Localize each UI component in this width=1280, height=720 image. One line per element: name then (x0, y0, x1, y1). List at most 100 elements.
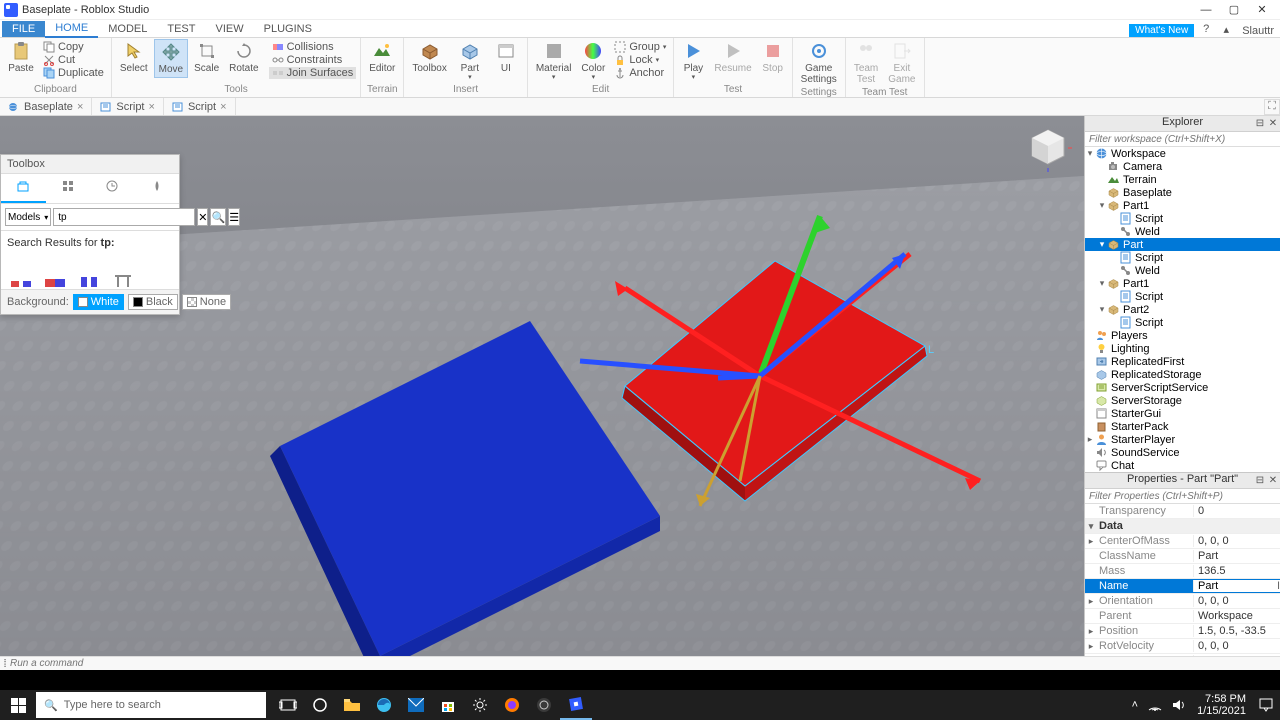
tree-node[interactable]: Script (1085, 251, 1280, 264)
toolbox-bg-none[interactable]: None (182, 294, 231, 310)
properties-pin-button[interactable]: ⊟ (1254, 474, 1266, 486)
material-button[interactable]: Material▾ (532, 39, 576, 84)
property-row[interactable]: Transparency0 (1085, 504, 1280, 519)
edge-button[interactable] (368, 690, 400, 720)
property-value-input[interactable] (1198, 580, 1273, 592)
properties-list[interactable]: Transparency0▾Data▸CenterOfMass0, 0, 0Cl… (1085, 504, 1280, 656)
obs-button[interactable] (528, 690, 560, 720)
ui-button[interactable]: UI (489, 39, 523, 76)
tree-node[interactable]: Script (1085, 212, 1280, 225)
tree-node[interactable]: ▸StarterPlayer (1085, 433, 1280, 446)
property-value[interactable]: 1.5, 0.5, -33.5 (1193, 625, 1280, 637)
expand-icon[interactable]: ▾ (1097, 304, 1107, 315)
duplicate-button[interactable]: Duplicate (40, 67, 107, 79)
file-explorer-button[interactable] (336, 690, 368, 720)
collapse-ribbon-button[interactable]: ▴ (1218, 21, 1234, 37)
group-button[interactable]: Group ▾ (611, 41, 669, 53)
toolbox-bg-white[interactable]: White (73, 294, 124, 310)
whats-new-button[interactable]: What's New (1129, 24, 1194, 37)
property-value[interactable]: Part (1193, 550, 1280, 562)
tray-network-icon[interactable] (1143, 690, 1167, 720)
cortana-button[interactable] (304, 690, 336, 720)
select-button[interactable]: Select (116, 39, 152, 76)
toolbox-search-button[interactable]: 🔍 (210, 208, 226, 226)
view-cube[interactable] (1024, 124, 1072, 172)
toolbox-bg-black[interactable]: Black (128, 294, 178, 310)
tray-volume-icon[interactable] (1167, 690, 1191, 720)
store-button[interactable] (432, 690, 464, 720)
tree-node[interactable]: Players (1085, 329, 1280, 342)
tree-node[interactable]: ▾Workspace (1085, 147, 1280, 160)
play-button[interactable]: Play▾ (678, 39, 708, 84)
start-button[interactable] (0, 690, 36, 720)
tray-clock[interactable]: 7:58 PM1/15/2021 (1191, 693, 1252, 717)
toolbox-options-button[interactable]: ☰ (228, 208, 240, 226)
lock-button[interactable]: Lock ▾ (611, 54, 669, 66)
roblox-studio-taskbar-button[interactable] (560, 690, 592, 720)
tree-node[interactable]: Baseplate (1085, 186, 1280, 199)
move-button[interactable]: Move (154, 39, 188, 78)
menu-home[interactable]: HOME (45, 20, 98, 38)
explorer-header[interactable]: Explorer ⊟ ✕ (1085, 116, 1280, 132)
terrain-editor-button[interactable]: Editor (365, 39, 399, 76)
paste-button[interactable]: Paste (4, 39, 38, 76)
property-value[interactable]: I (1193, 580, 1280, 592)
document-tab[interactable]: Script× (164, 98, 236, 115)
expand-icon[interactable]: ▾ (1097, 239, 1107, 250)
command-bar[interactable]: ⁞ (0, 656, 1280, 670)
toolbox-button[interactable]: Toolbox (408, 39, 450, 76)
menu-view[interactable]: VIEW (205, 21, 253, 37)
tree-node[interactable]: Script (1085, 316, 1280, 329)
tree-node[interactable]: ReplicatedFirst (1085, 355, 1280, 368)
user-menu[interactable]: Slauttr (1236, 25, 1280, 37)
settings-button[interactable] (464, 690, 496, 720)
toolbox-tab-creations[interactable] (135, 174, 180, 203)
properties-close-button[interactable]: ✕ (1267, 474, 1279, 486)
toolbox-clear-button[interactable]: ✕ (197, 208, 208, 226)
properties-header[interactable]: Properties - Part "Part" ⊟ ✕ (1085, 473, 1280, 489)
taskview-button[interactable] (272, 690, 304, 720)
property-row[interactable]: ▸Position1.5, 0.5, -33.5 (1085, 624, 1280, 639)
toolbox-category-dropdown[interactable]: Models (5, 208, 51, 226)
part-button[interactable]: Part▾ (453, 39, 487, 84)
toolbox-search-input[interactable] (53, 208, 195, 226)
system-tray[interactable]: ˄ 7:58 PM1/15/2021 (1127, 690, 1280, 720)
explorer-pin-button[interactable]: ⊟ (1254, 117, 1266, 129)
tree-node[interactable]: SoundService (1085, 446, 1280, 459)
toolbox-results[interactable] (1, 271, 179, 289)
scale-button[interactable]: Scale (190, 39, 223, 76)
expand-icon[interactable]: ▾ (1097, 278, 1107, 289)
tree-node[interactable]: ▾Part2 (1085, 303, 1280, 316)
explorer-close-button[interactable]: ✕ (1267, 117, 1279, 129)
property-value[interactable]: 0, 0, 0 (1193, 640, 1280, 652)
toolbox-title[interactable]: Toolbox (1, 155, 179, 174)
tab-close-button[interactable]: × (149, 101, 155, 113)
tree-node[interactable]: ▾Part (1085, 238, 1280, 251)
anchor-button[interactable]: Anchor (611, 67, 669, 79)
tray-expand-button[interactable]: ˄ (1127, 690, 1143, 720)
color-button[interactable]: Color▾ (577, 39, 609, 84)
tree-node[interactable]: Terrain (1085, 173, 1280, 186)
expand-icon[interactable]: ▾ (1097, 200, 1107, 211)
properties-filter-input[interactable] (1085, 489, 1280, 503)
property-row[interactable]: Mass136.5 (1085, 564, 1280, 579)
tree-node[interactable]: ServerScriptService (1085, 381, 1280, 394)
menu-file[interactable]: FILE (2, 21, 45, 37)
collisions-toggle[interactable]: Collisions (269, 41, 357, 53)
explorer-filter-input[interactable] (1085, 132, 1280, 146)
property-row[interactable]: ▸CenterOfMass0, 0, 0 (1085, 534, 1280, 549)
taskbar-search[interactable]: 🔍Type here to search (36, 692, 266, 718)
property-row[interactable]: ParentWorkspace (1085, 609, 1280, 624)
tab-close-button[interactable]: × (220, 101, 226, 113)
expand-icon[interactable]: ▸ (1085, 434, 1095, 445)
toolbox-tab-recent[interactable] (90, 174, 135, 203)
tree-node[interactable]: Camera (1085, 160, 1280, 173)
document-tab[interactable]: Baseplate× (0, 98, 92, 115)
tree-node[interactable]: Weld (1085, 225, 1280, 238)
viewport-3d[interactable]: L Toolbox Models (0, 116, 1084, 656)
tree-node[interactable]: ▾Part1 (1085, 199, 1280, 212)
tree-node[interactable]: ▾Part1 (1085, 277, 1280, 290)
menu-plugins[interactable]: PLUGINS (254, 21, 322, 37)
firefox-button[interactable] (496, 690, 528, 720)
expand-icon[interactable]: ▾ (1085, 148, 1095, 159)
